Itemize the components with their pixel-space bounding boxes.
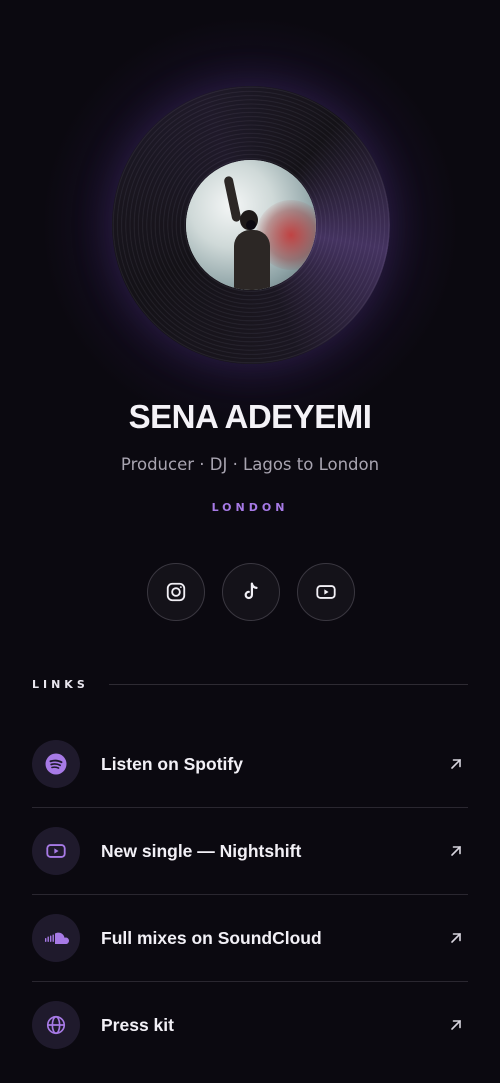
link-spotify[interactable]: Listen on Spotify bbox=[32, 721, 468, 808]
social-links bbox=[147, 563, 355, 621]
tiktok-icon bbox=[244, 582, 258, 600]
links-title: LINKS bbox=[32, 678, 89, 691]
soundcloud-icon bbox=[45, 932, 69, 944]
links-header: LINKS bbox=[32, 678, 468, 691]
youtube-button[interactable] bbox=[297, 563, 355, 621]
external-arrow-icon bbox=[451, 846, 461, 856]
link-new-single[interactable]: New single — Nightshift bbox=[32, 808, 468, 895]
link-label: Press kit bbox=[101, 1014, 174, 1035]
tiktok-button[interactable] bbox=[222, 563, 280, 621]
instagram-icon bbox=[166, 582, 186, 602]
link-press-kit[interactable]: Press kit bbox=[32, 982, 468, 1068]
links-divider bbox=[108, 684, 468, 685]
link-soundcloud[interactable]: Full mixes on SoundCloud bbox=[32, 895, 468, 982]
profile-tagline: Producer · DJ · Lagos to London bbox=[120, 455, 380, 474]
link-label: Listen on Spotify bbox=[101, 753, 243, 774]
instagram-button[interactable] bbox=[147, 563, 205, 621]
vinyl-spindle-hole bbox=[246, 220, 256, 230]
vinyl-record bbox=[112, 86, 390, 364]
profile-location: LONDON bbox=[211, 501, 289, 514]
link-label: Full mixes on SoundCloud bbox=[101, 927, 322, 948]
spotify-icon bbox=[45, 753, 67, 775]
profile-name: SENA ADEYEMI bbox=[128, 398, 372, 435]
globe-icon bbox=[46, 1015, 66, 1035]
external-arrow-icon bbox=[451, 933, 461, 943]
external-arrow-icon bbox=[451, 1020, 461, 1030]
youtube-icon bbox=[316, 585, 336, 599]
youtube-icon bbox=[46, 844, 66, 858]
links-list: Listen on Spotify New single — Nightshif… bbox=[32, 721, 468, 1068]
external-arrow-icon bbox=[451, 759, 461, 769]
link-label: New single — Nightshift bbox=[101, 840, 302, 861]
